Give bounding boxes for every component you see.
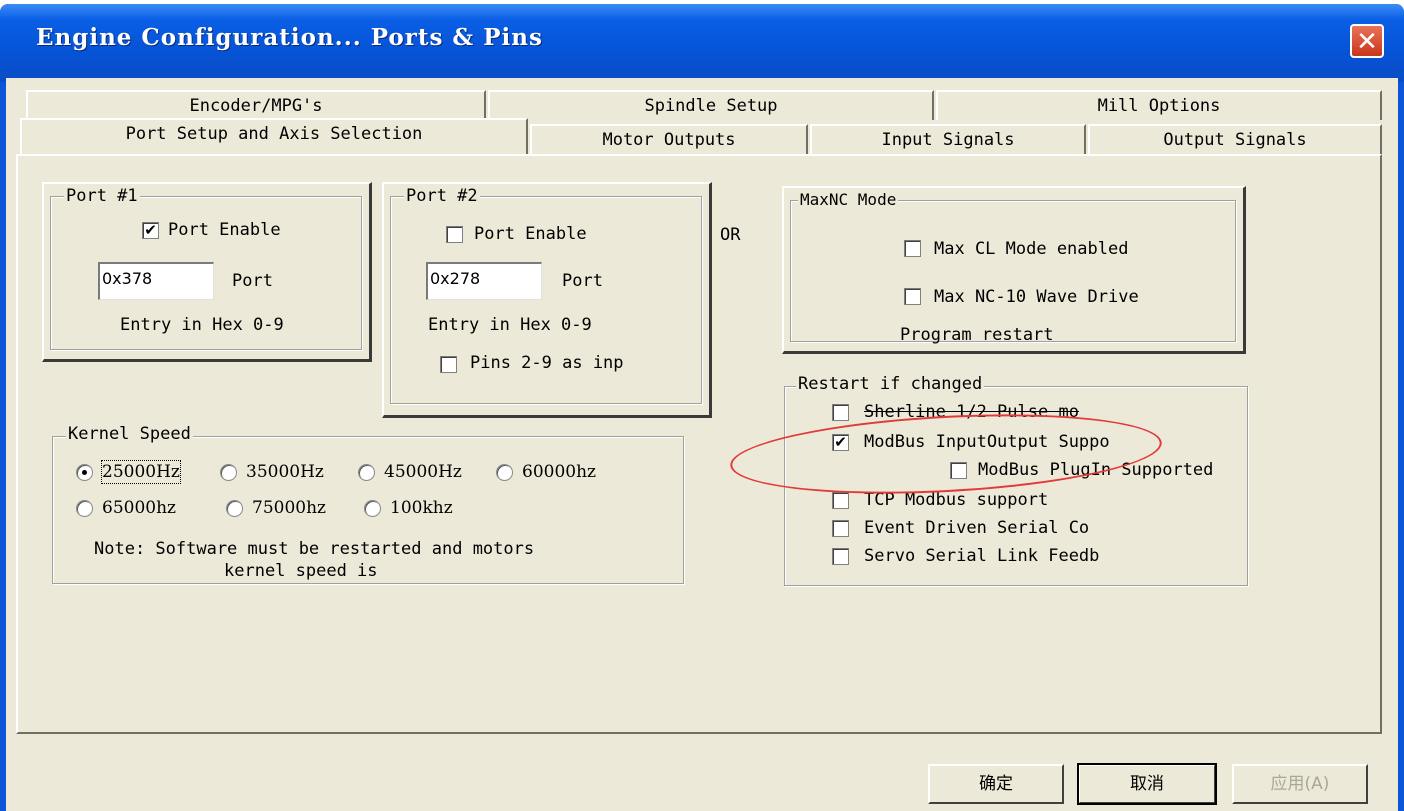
- port2-enable-checkbox[interactable]: [446, 226, 463, 243]
- port2-address-input[interactable]: 0x278: [426, 262, 542, 300]
- port2-pins-label: Pins 2-9 as inp: [470, 353, 624, 373]
- tab-spindle-setup[interactable]: Spindle Setup: [488, 90, 934, 120]
- kernel-radio-60000[interactable]: [496, 464, 513, 481]
- max-wave-checkbox[interactable]: [904, 288, 921, 305]
- event-serial-checkbox[interactable]: [832, 520, 849, 537]
- port1-enable-checkbox[interactable]: ✔: [142, 222, 159, 239]
- port1-legend: Port #1: [64, 186, 140, 206]
- or-label: OR: [720, 225, 741, 245]
- tab-motor-outputs[interactable]: Motor Outputs: [530, 124, 808, 154]
- sherline-checkbox[interactable]: [832, 404, 849, 421]
- kernel-label-25000: 25000Hz: [101, 460, 181, 484]
- title-bar[interactable]: Engine Configuration... Ports & Pins ✕: [0, 4, 1404, 82]
- port2-hint: Entry in Hex 0-9: [428, 315, 592, 335]
- window-title: Engine Configuration... Ports & Pins: [36, 24, 543, 51]
- kernel-radio-100k[interactable]: [364, 500, 381, 517]
- cancel-button[interactable]: 取消: [1077, 763, 1217, 805]
- port1-address-label: Port: [232, 271, 273, 291]
- max-cl-label: Max CL Mode enabled: [934, 239, 1129, 259]
- servo-serial-checkbox[interactable]: [832, 548, 849, 565]
- close-button[interactable]: ✕: [1350, 24, 1384, 58]
- program-restart-note: Program restart: [900, 325, 1054, 345]
- max-wave-label: Max NC-10 Wave Drive: [934, 287, 1139, 307]
- kernel-legend: Kernel Speed: [66, 424, 193, 444]
- apply-button[interactable]: 应用(A): [1232, 764, 1368, 804]
- tab-input-signals[interactable]: Input Signals: [810, 124, 1086, 154]
- port1-group: Port #1 ✔ Port Enable 0x378 Port Entry i…: [42, 182, 372, 362]
- kernel-label-65000: 65000hz: [102, 498, 176, 518]
- maxnc-group: MaxNC Mode Max CL Mode enabled Max NC-10…: [782, 186, 1246, 354]
- kernel-label-45000: 45000Hz: [384, 462, 462, 482]
- tab-output-signals[interactable]: Output Signals: [1088, 124, 1382, 154]
- port1-enable-label: Port Enable: [168, 220, 281, 240]
- dialog-client-area: Encoder/MPG's Spindle Setup Mill Options…: [6, 78, 1398, 811]
- kernel-radio-35000[interactable]: [220, 464, 237, 481]
- dialog-window: Engine Configuration... Ports & Pins ✕ E…: [0, 4, 1404, 811]
- max-cl-checkbox[interactable]: [904, 240, 921, 257]
- tab-mill-options[interactable]: Mill Options: [936, 90, 1382, 120]
- tab-encoder-mpg[interactable]: Encoder/MPG's: [26, 90, 486, 120]
- kernel-label-75000: 75000hz: [252, 498, 326, 518]
- kernel-label-35000: 35000Hz: [246, 462, 324, 482]
- kernel-note-line2: kernel speed is: [224, 561, 378, 581]
- restart-legend: Restart if changed: [796, 374, 985, 394]
- kernel-radio-25000[interactable]: [76, 464, 93, 481]
- maxnc-frame: [790, 200, 1236, 342]
- tcp-modbus-checkbox[interactable]: [832, 492, 849, 509]
- kernel-radio-65000[interactable]: [76, 500, 93, 517]
- port2-pins-checkbox[interactable]: [440, 356, 457, 373]
- kernel-label-60000: 60000hz: [522, 462, 596, 482]
- port1-address-input[interactable]: 0x378: [98, 262, 214, 300]
- port2-group: Port #2 Port Enable 0x278 Port Entry in …: [382, 182, 712, 418]
- close-icon: ✕: [1356, 27, 1378, 57]
- kernel-label-100k: 100khz: [390, 498, 453, 518]
- event-serial-label: Event Driven Serial Co: [864, 518, 1090, 538]
- ok-button[interactable]: 确定: [928, 764, 1064, 804]
- kernel-radio-45000[interactable]: [358, 464, 375, 481]
- port2-enable-label: Port Enable: [474, 224, 587, 244]
- tab-port-setup[interactable]: Port Setup and Axis Selection: [20, 118, 528, 154]
- port2-address-label: Port: [562, 271, 603, 291]
- port1-hint: Entry in Hex 0-9: [120, 315, 284, 335]
- kernel-radio-75000[interactable]: [226, 500, 243, 517]
- maxnc-legend: MaxNC Mode: [798, 190, 899, 210]
- port2-legend: Port #2: [404, 186, 480, 206]
- servo-serial-label: Servo Serial Link Feedb: [864, 546, 1100, 566]
- kernel-note-line1: Note: Software must be restarted and mot…: [94, 539, 535, 559]
